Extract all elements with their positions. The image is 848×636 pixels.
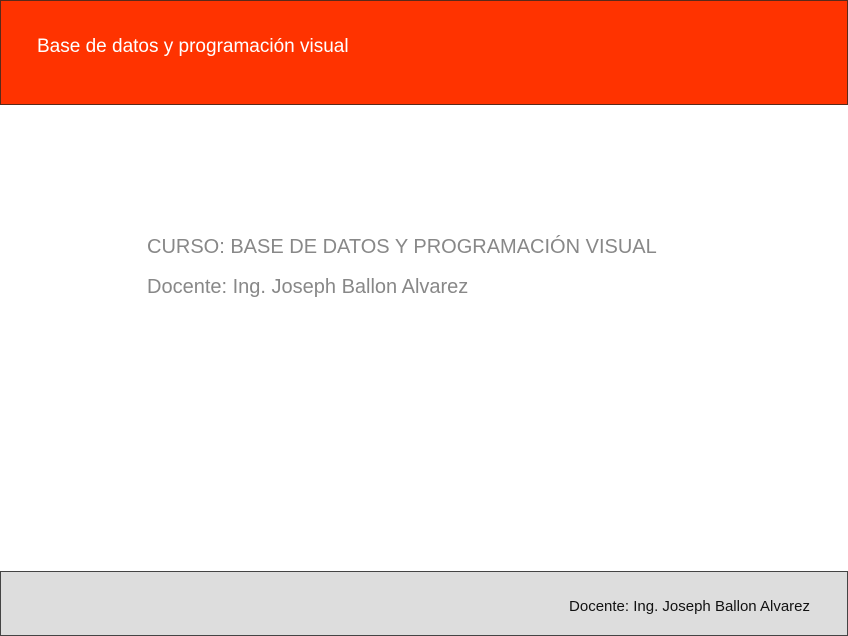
teacher-name: Docente: Ing. Joseph Ballon Alvarez [147, 276, 469, 298]
slide-footer: Docente: Ing. Joseph Ballon Alvarez [0, 571, 848, 636]
slide-content: CURSO: BASE DE DATOS Y PROGRAMACIÓN VISU… [147, 236, 657, 316]
slide-title: Base de datos y programación visual [37, 36, 349, 57]
course-name: CURSO: BASE DE DATOS Y PROGRAMACIÓN VISU… [147, 236, 657, 258]
footer-teacher: Docente: Ing. Joseph Ballon Alvarez [569, 598, 810, 615]
slide-header: Base de datos y programación visual [0, 0, 848, 105]
